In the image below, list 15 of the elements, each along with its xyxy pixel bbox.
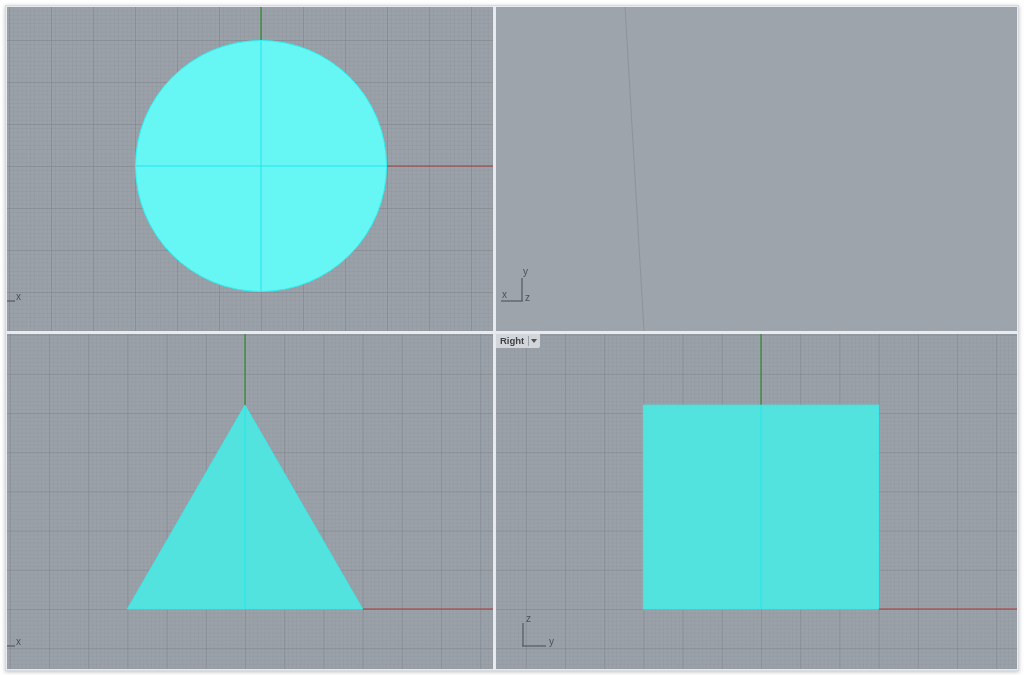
- caret-icon: [531, 339, 538, 343]
- axis-label: y: [549, 637, 554, 647]
- view-menu-button[interactable]: Right: [496, 334, 541, 348]
- axis-icon: [501, 278, 523, 302]
- vertical-axis-line: [244, 334, 246, 406]
- axis-icon: [7, 300, 15, 302]
- axis-label: z: [526, 614, 531, 624]
- axis-label: z: [525, 293, 530, 303]
- vertical-axis-line: [260, 7, 262, 41]
- axis-label: x: [16, 637, 21, 647]
- axis-label: x: [502, 290, 507, 300]
- axis-label: y: [523, 267, 528, 277]
- axis-label: x: [16, 292, 21, 302]
- vertical-axis-line: [760, 334, 762, 406]
- axis-icon: [522, 623, 546, 647]
